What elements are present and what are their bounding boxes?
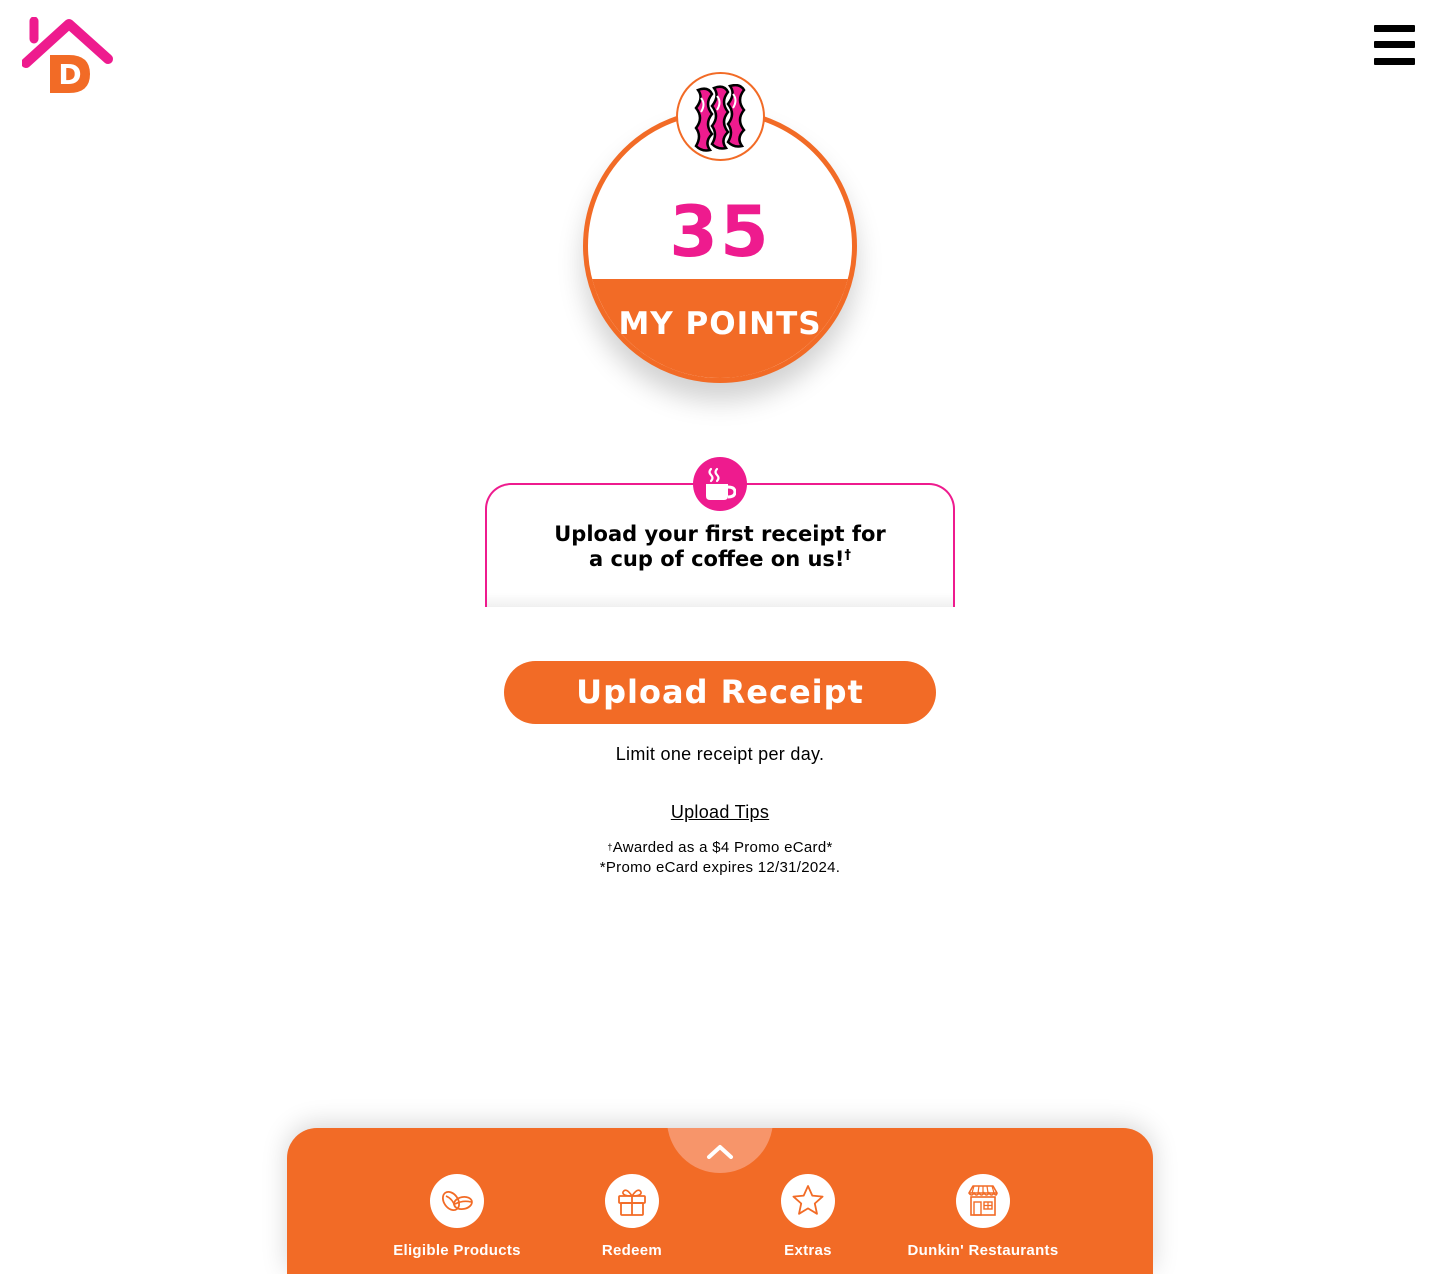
upload-tips-link[interactable]: Upload Tips	[671, 802, 769, 822]
promo-dagger: †	[844, 548, 852, 563]
upload-tips-row: Upload Tips	[0, 800, 1440, 824]
receipt-limit-note: Limit one receipt per day.	[615, 744, 825, 764]
upload-receipt-button[interactable]: Upload Receipt	[504, 661, 936, 724]
promo-line-2-text: a cup of coffee on us!	[589, 547, 845, 571]
chevron-up-icon	[707, 1145, 733, 1159]
menu-bar	[1374, 25, 1415, 32]
nav-label: Dunkin' Restaurants	[907, 1242, 1059, 1259]
promo-line-1: Upload your first receipt for	[554, 522, 886, 546]
nav-item-redeem[interactable]: Redeem	[542, 1174, 722, 1264]
nav-item-eligible-products[interactable]: Eligible Products	[367, 1174, 547, 1264]
disclaimer-line-1: †Awarded as a $4 Promo eCard*	[0, 838, 1440, 858]
coffee-beans-icon	[430, 1174, 484, 1228]
promo-disclaimer: †Awarded as a $4 Promo eCard* *Promo eCa…	[0, 838, 1440, 878]
coffee-cup-icon	[693, 457, 747, 511]
dunkin-home-logo[interactable]: D	[21, 16, 114, 97]
menu-bar	[1374, 41, 1415, 48]
menu-bar	[1374, 58, 1415, 65]
star-icon	[781, 1174, 835, 1228]
nav-item-extras[interactable]: Extras	[718, 1174, 898, 1264]
nav-label: Redeem	[601, 1242, 663, 1259]
disclaimer-line-1-text: Awarded as a $4 Promo eCard*	[612, 839, 833, 856]
bacon-icon	[676, 72, 765, 161]
nav-item-dunkin-restaurants[interactable]: Dunkin' Restaurants	[893, 1174, 1073, 1264]
storefront-icon	[956, 1174, 1010, 1228]
disclaimer-dagger: †	[607, 842, 613, 852]
nav-toggle-button[interactable]	[667, 1128, 773, 1173]
promo-text: Upload your first receipt for a cup of c…	[487, 522, 953, 572]
hamburger-menu-icon[interactable]	[1374, 25, 1415, 65]
gift-icon	[605, 1174, 659, 1228]
nav-label: Eligible Products	[393, 1242, 521, 1259]
svg-text:D: D	[58, 58, 81, 91]
promo-line-2: a cup of coffee on us!†	[487, 547, 953, 572]
nav-label: Extras	[784, 1242, 832, 1259]
points-label: MY POINTS	[618, 306, 822, 342]
disclaimer-line-2: *Promo eCard expires 12/31/2024.	[599, 859, 841, 876]
points-value: 35	[669, 191, 771, 273]
